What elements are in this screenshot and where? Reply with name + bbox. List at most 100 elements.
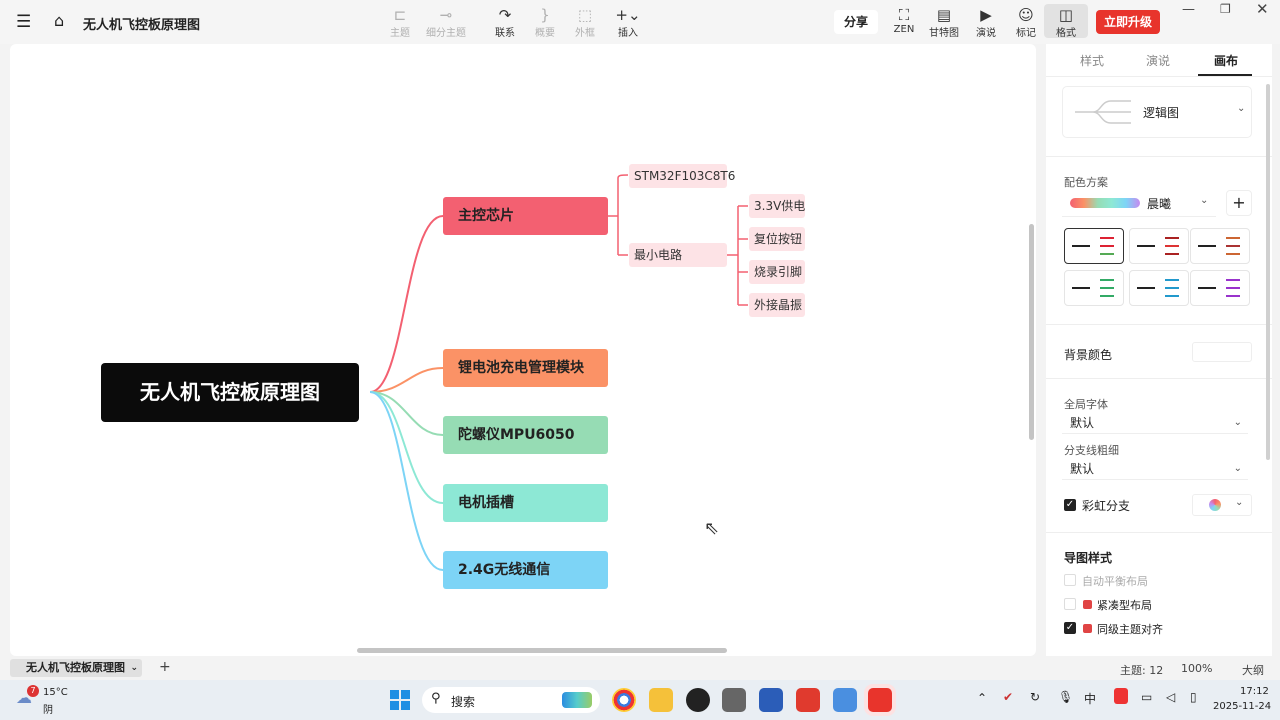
subtopic-flash-pins[interactable]: 烧录引脚: [749, 260, 805, 284]
tab-present[interactable]: 演说: [1146, 52, 1170, 69]
theme-thumbnails: [1072, 237, 1240, 297]
chevron-down-icon: ⌄: [1233, 417, 1242, 428]
vertical-scrollbar[interactable]: [1029, 224, 1034, 440]
rainbow-branch-label: 彩虹分支: [1082, 499, 1131, 513]
weather-temp: 15°C: [43, 687, 68, 698]
subtopic-button[interactable]: ⊸ 细分主题: [422, 6, 470, 39]
gantt-button[interactable]: ▤ 甘特图: [922, 6, 966, 39]
share-button[interactable]: 分享: [834, 10, 878, 34]
zen-button[interactable]: ⛶ ZEN: [882, 6, 926, 35]
wps-icon[interactable]: [796, 688, 820, 712]
mouse-cursor-icon: ⇖: [704, 518, 720, 539]
compact-label: 紧凑型布局: [1097, 599, 1152, 612]
play-icon: ▶: [980, 6, 992, 24]
clock-time[interactable]: 17:12: [1240, 686, 1269, 697]
close-icon[interactable]: ✕: [1256, 0, 1269, 18]
home-icon[interactable]: ⌂: [54, 11, 64, 30]
sheet-tab[interactable]: 无人机飞控板原理图 ⌄: [10, 659, 142, 677]
branch-battery-module[interactable]: 锂电池充电管理模块: [443, 349, 608, 387]
panel-scrollbar[interactable]: [1266, 84, 1270, 460]
restore-icon[interactable]: ❐: [1220, 2, 1231, 16]
outline-toggle[interactable]: 大纲: [1242, 662, 1264, 678]
marker-button[interactable]: ☺ 标记: [1004, 6, 1048, 39]
zoom-level[interactable]: 100%: [1181, 662, 1212, 675]
add-sheet-button[interactable]: +: [159, 659, 171, 675]
upgrade-button[interactable]: 立即升级: [1096, 10, 1160, 34]
smiley-icon: ☺: [1018, 6, 1034, 24]
xmind-icon[interactable]: [868, 688, 892, 712]
volume-icon[interactable]: ◁: [1166, 690, 1175, 704]
clock-date[interactable]: 2025-11-24: [1213, 701, 1271, 712]
color-scheme-select[interactable]: 晨曦 ⌄: [1062, 190, 1216, 217]
summary-button[interactable]: } 概要: [523, 6, 567, 39]
bg-color-picker[interactable]: [1192, 342, 1252, 362]
rainbow-wheel-icon: [1209, 499, 1221, 511]
lock-icon: [1083, 600, 1092, 609]
file-explorer-icon[interactable]: [649, 688, 673, 712]
subtopic-min-circuit[interactable]: 最小电路: [629, 243, 727, 267]
branch-gyroscope[interactable]: 陀螺仪MPU6050: [443, 416, 608, 454]
tray-red-app-icon[interactable]: [1114, 688, 1128, 704]
relation-icon: ↷: [498, 6, 512, 24]
cloud-app-icon[interactable]: [833, 688, 857, 712]
search-icon: ⚲: [431, 691, 441, 706]
subtopic-stm32[interactable]: STM32F103C8T6: [629, 164, 735, 188]
search-highlight-icon: [562, 692, 592, 708]
insert-button[interactable]: +⌄ 插入: [606, 6, 650, 39]
auto-balance-checkbox[interactable]: [1064, 574, 1076, 586]
mindmap-canvas[interactable]: 无人机飞控板原理图 主控芯片 锂电池充电管理模块 陀螺仪MPU6050 电机插槽…: [10, 44, 1036, 656]
tab-divider: [1046, 76, 1272, 77]
format-panel: 样式 演说 画布 逻辑图 ⌄ 配色方案 晨曦 ⌄ + 背景颜色 全局字体 默认 …: [1046, 44, 1272, 656]
color-scheme-label: 配色方案: [1064, 176, 1108, 189]
rainbow-color-select[interactable]: ⌄: [1192, 494, 1252, 516]
network-icon[interactable]: ▭: [1141, 690, 1152, 704]
branch-motor-slot[interactable]: 电机插槽: [443, 484, 608, 522]
align-same-level-checkbox[interactable]: ✓: [1064, 622, 1076, 634]
topic-count: 主题: 12: [1120, 664, 1164, 677]
rainbow-branch-checkbox[interactable]: ✓: [1064, 499, 1076, 511]
boundary-button[interactable]: ⬚ 外框: [563, 6, 607, 39]
word-icon[interactable]: [759, 688, 783, 712]
microphone-icon[interactable]: 🎙: [1058, 690, 1073, 704]
add-scheme-button[interactable]: +: [1226, 190, 1252, 216]
taskbar-search[interactable]: ⚲ 搜索: [422, 687, 600, 713]
branch-wireless[interactable]: 2.4G无线通信: [443, 551, 608, 589]
camera-icon[interactable]: [722, 688, 746, 712]
chrome-icon[interactable]: [612, 688, 636, 712]
compact-checkbox[interactable]: [1064, 598, 1076, 610]
branch-main-chip[interactable]: 主控芯片: [443, 197, 608, 235]
structure-select[interactable]: 逻辑图 ⌄: [1062, 86, 1252, 138]
battery-icon[interactable]: ▯: [1190, 690, 1197, 704]
subtopic-reset-button[interactable]: 复位按钮: [749, 227, 805, 251]
horizontal-scrollbar[interactable]: [357, 648, 727, 653]
chevron-down-icon: ⌄: [1235, 497, 1244, 508]
subtopic-3v3-power[interactable]: 3.3V供电: [749, 194, 805, 218]
divider: [1046, 324, 1272, 325]
branch-width-label: 分支线粗细: [1064, 444, 1119, 457]
tray-sync-icon[interactable]: ↻: [1030, 690, 1040, 704]
windows-start-icon[interactable]: [390, 690, 410, 710]
gantt-icon: ▤: [936, 6, 952, 24]
menu-icon[interactable]: ☰: [16, 12, 31, 32]
input-method-icon[interactable]: 中: [1084, 690, 1096, 707]
root-topic[interactable]: 无人机飞控板原理图: [101, 363, 359, 422]
weather-badge: 7: [27, 685, 39, 697]
tray-chevron-icon[interactable]: ⌃: [977, 691, 987, 705]
tray-app-icon[interactable]: ✔: [1003, 690, 1013, 704]
topic-button[interactable]: ⊏ 主题: [378, 6, 422, 39]
present-button[interactable]: ▶ 演说: [964, 6, 1008, 39]
obs-icon[interactable]: [686, 688, 710, 712]
chevron-down-icon: ⌄: [130, 663, 138, 673]
relation-button[interactable]: ↷ 联系: [483, 6, 527, 39]
tab-canvas[interactable]: 画布: [1214, 52, 1238, 69]
tab-style[interactable]: 样式: [1080, 52, 1104, 69]
minimize-icon[interactable]: —: [1182, 2, 1195, 17]
windows-taskbar: ☁ 7 15°C 阴 ⚲ 搜索 ⌃ ✔ ↻ 🎙 中 ▭ ◁ ▯ 17:12 20…: [0, 680, 1280, 720]
global-font-select[interactable]: 默认 ⌄: [1062, 412, 1248, 434]
branch-width-select[interactable]: 默认 ⌄: [1062, 458, 1248, 480]
color-scheme-swatch: [1070, 198, 1140, 208]
format-button[interactable]: ◫ 格式: [1044, 4, 1088, 39]
subtopic-crystal[interactable]: 外接晶振: [749, 293, 805, 317]
lock-icon: [1083, 624, 1092, 633]
document-title[interactable]: 无人机飞控板原理图: [83, 14, 200, 33]
